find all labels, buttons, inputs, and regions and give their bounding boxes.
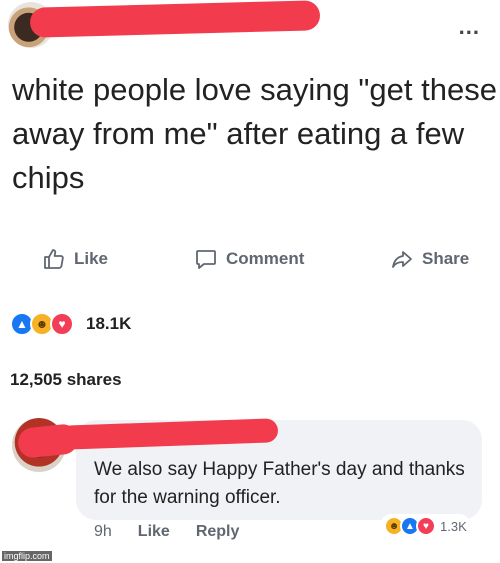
share-count[interactable]: 12,505 shares	[10, 370, 122, 390]
comment-reaction-count: 1.3K	[440, 518, 467, 534]
like-button[interactable]: Like	[42, 247, 108, 271]
reaction-count: 18.1K	[86, 314, 132, 333]
love-reaction-icon: ♥	[416, 516, 436, 536]
post-reactions[interactable]: ▲ ☻ ♥ 18.1K	[10, 312, 131, 336]
speech-bubble-icon	[196, 250, 216, 269]
facebook-post: ... white people love saying "get these …	[0, 0, 500, 563]
more-options-button[interactable]: ...	[459, 14, 480, 40]
comment-button[interactable]: Comment	[194, 247, 304, 271]
comment-label: Comment	[226, 249, 305, 268]
comment-timestamp: 9h	[94, 523, 112, 540]
comment-text: We also say Happy Father's day and thank…	[94, 459, 465, 508]
comment-like-button[interactable]: Like	[138, 523, 170, 541]
share-button[interactable]: Share	[390, 247, 469, 271]
like-label: Like	[74, 249, 109, 268]
comment-meta: 9h Like Reply	[94, 523, 239, 541]
share-arrow-icon	[392, 251, 412, 268]
love-reaction-icon: ♥	[50, 312, 74, 336]
post-text: white people love saying "get these away…	[12, 72, 497, 195]
reaction-icons: ▲ ☻ ♥	[10, 312, 74, 336]
watermark: imgflip.com	[2, 551, 52, 561]
comment-reply-button[interactable]: Reply	[196, 523, 240, 541]
post-action-bar: Like Comment Share	[0, 247, 500, 287]
thumbs-up-icon	[44, 249, 64, 269]
redacted-poster-name	[29, 0, 321, 38]
comment-reactions[interactable]: ☻ ▲ ♥ 1.3K	[380, 514, 471, 538]
share-label: Share	[422, 249, 470, 268]
